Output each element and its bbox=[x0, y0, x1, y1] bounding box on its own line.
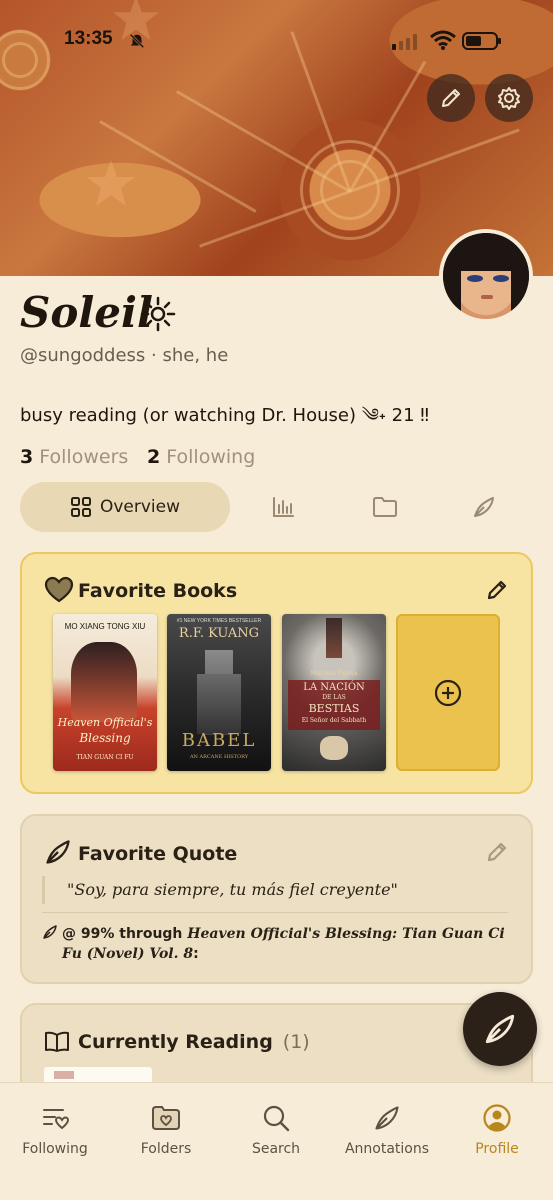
profile-bio: busy reading (or watching Dr. House) ༄˖ … bbox=[20, 405, 429, 426]
currently-reading-heading: Currently Reading (1) bbox=[78, 1031, 310, 1053]
followers-link[interactable]: 3 Followers bbox=[20, 446, 128, 468]
quote-suffix: : bbox=[193, 946, 199, 962]
avatar[interactable] bbox=[439, 229, 533, 323]
currently-reading-count: (1) bbox=[282, 1031, 310, 1053]
battery-icon bbox=[462, 32, 501, 50]
followers-count: 3 bbox=[20, 446, 34, 468]
list-heart-icon bbox=[43, 1109, 69, 1130]
following-link[interactable]: 2 Following bbox=[147, 446, 255, 468]
book-subtitle: AN ARCANE HISTORY bbox=[189, 754, 249, 760]
feather-icon bbox=[485, 1014, 515, 1044]
tab-folders[interactable] bbox=[372, 495, 398, 523]
book-cover[interactable]: MO XIANG TONG XIU Heaven Official's Bles… bbox=[53, 614, 157, 771]
folder-icon bbox=[373, 497, 397, 517]
book-cover[interactable]: Mariana Palova LA NACIÓN DE LAS BESTIAS … bbox=[282, 614, 386, 771]
book-cover[interactable]: #1 NEW YORK TIMES BESTSELLER R.F. KUANG … bbox=[167, 614, 271, 771]
signal-icon bbox=[392, 34, 417, 50]
feather-icon bbox=[43, 925, 57, 939]
pencil-icon[interactable] bbox=[485, 840, 509, 864]
nav-folders-label: Folders bbox=[140, 1141, 192, 1157]
tab-stats[interactable] bbox=[271, 495, 295, 523]
pencil-icon[interactable] bbox=[485, 578, 509, 602]
nav-annotations[interactable]: Annotations bbox=[337, 1101, 437, 1157]
book-subtitle: El Señor del Sabbath bbox=[301, 717, 367, 724]
settings-button[interactable] bbox=[485, 74, 533, 122]
following-label: Following bbox=[166, 446, 256, 468]
profile-icon bbox=[483, 1104, 511, 1132]
book-open-icon bbox=[45, 1031, 69, 1052]
book-title-line: Blessing bbox=[79, 731, 131, 745]
profile-handle: @sungoddess · she, he bbox=[20, 345, 229, 366]
nav-following-label: Following bbox=[22, 1141, 88, 1157]
favorite-quote-title: Favorite Quote bbox=[78, 843, 238, 865]
heart-icon bbox=[44, 576, 74, 603]
pencil-icon bbox=[442, 89, 460, 107]
quote-progress: @ 99% through bbox=[62, 926, 183, 942]
tab-annotations[interactable] bbox=[472, 495, 496, 523]
bell-muted-icon bbox=[129, 33, 145, 49]
gear-icon bbox=[498, 87, 520, 110]
currently-reading-title: Currently Reading bbox=[78, 1031, 273, 1053]
feather-icon bbox=[474, 497, 494, 517]
nav-profile[interactable]: Profile bbox=[447, 1101, 547, 1157]
nav-following[interactable]: Following bbox=[5, 1101, 105, 1157]
book-author: Mariana Palova bbox=[310, 670, 358, 677]
favorite-books-title: Favorite Books bbox=[78, 580, 238, 602]
nav-annotations-label: Annotations bbox=[344, 1141, 430, 1157]
followers-label: Followers bbox=[39, 446, 129, 468]
book-author: R.F. KUANG bbox=[178, 626, 260, 641]
stats-icon bbox=[273, 497, 294, 517]
book-title-line: BESTIAS bbox=[308, 702, 360, 715]
search-icon bbox=[263, 1105, 290, 1132]
divider bbox=[42, 912, 508, 913]
quote-text: "Soy, para siempre, tu más fiel creyente… bbox=[42, 876, 398, 904]
book-author: MO XIANG TONG XIU bbox=[64, 622, 146, 631]
tab-overview-label: Overview bbox=[99, 497, 181, 517]
grid-icon bbox=[70, 497, 91, 517]
feather-icon bbox=[46, 840, 70, 864]
edit-profile-button[interactable] bbox=[427, 74, 475, 122]
nav-search-label: Search bbox=[251, 1141, 301, 1157]
following-count: 2 bbox=[147, 446, 161, 468]
book-title: Heaven Official's bbox=[57, 716, 153, 729]
status-bar: 13:35 bbox=[0, 26, 553, 56]
book-title: BABEL bbox=[181, 730, 257, 751]
book-title-line: DE LAS bbox=[322, 694, 346, 701]
status-time: 13:35 bbox=[64, 28, 113, 49]
bottom-navigation: Following Folders Search Annotations Pro… bbox=[0, 1082, 553, 1200]
new-annotation-button[interactable] bbox=[463, 992, 537, 1066]
nav-profile-label: Profile bbox=[475, 1141, 519, 1157]
wifi-icon bbox=[430, 30, 456, 50]
book-title: LA NACIÓN bbox=[303, 682, 365, 693]
nav-search[interactable]: Search bbox=[226, 1101, 326, 1157]
nav-folders[interactable]: Folders bbox=[116, 1101, 216, 1157]
book-subtitle: TIAN GUAN CI FU bbox=[76, 754, 134, 761]
add-favorite-book-button[interactable] bbox=[396, 614, 500, 771]
profile-name: Soleil bbox=[20, 288, 153, 337]
book-tagline: #1 NEW YORK TIMES BESTSELLER bbox=[176, 618, 262, 624]
sun-icon bbox=[140, 296, 176, 332]
folder-heart-icon bbox=[152, 1106, 180, 1130]
profile-tabs: Overview bbox=[20, 482, 533, 532]
tab-overview[interactable]: Overview bbox=[20, 482, 230, 532]
quote-source[interactable]: @ 99% through Heaven Official's Blessing… bbox=[62, 924, 508, 964]
feather-icon bbox=[375, 1106, 399, 1130]
plus-circle-icon bbox=[434, 679, 462, 706]
